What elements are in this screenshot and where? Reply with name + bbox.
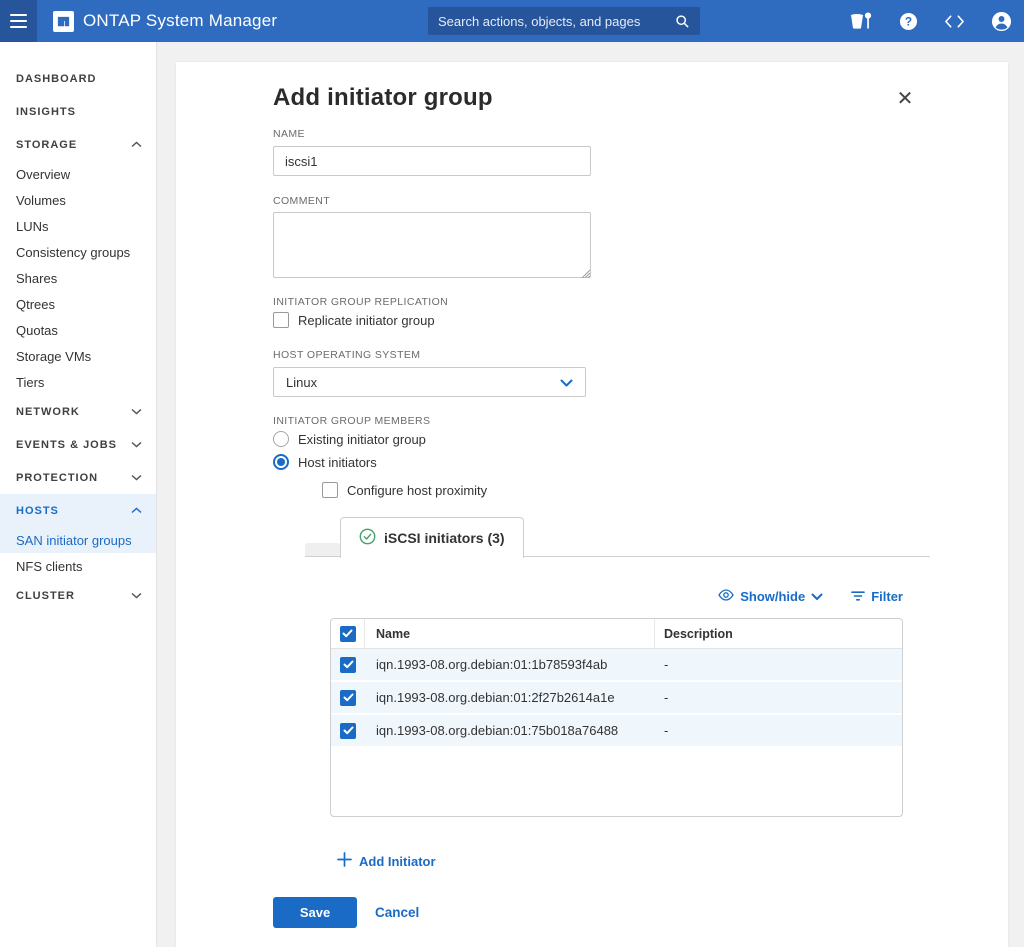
sidebar-item-cluster[interactable]: CLUSTER: [0, 579, 156, 612]
chevron-down-icon: [131, 592, 142, 599]
app-header: ONTAP System Manager ?: [0, 0, 1024, 42]
sidebar-item-events-jobs[interactable]: EVENTS & JOBS: [0, 428, 156, 461]
members-label: INITIATOR GROUP MEMBERS: [273, 415, 431, 427]
sidebar-item-tiers[interactable]: Tiers: [0, 369, 156, 395]
user-account-icon[interactable]: [991, 11, 1012, 32]
host-initiators-radio[interactable]: Host initiators: [273, 454, 377, 470]
table-row[interactable]: iqn.1993-08.org.debian:01:2f27b2614a1e -: [331, 682, 902, 715]
sidebar-item-qtrees[interactable]: Qtrees: [0, 291, 156, 317]
proximity-checkbox[interactable]: Configure host proximity: [322, 482, 487, 498]
sidebar-item-consistency-groups[interactable]: Consistency groups: [0, 239, 156, 265]
comment-label: COMMENT: [273, 195, 331, 207]
table-row[interactable]: iqn.1993-08.org.debian:01:1b78593f4ab -: [331, 649, 902, 682]
sidebar-item-shares[interactable]: Shares: [0, 265, 156, 291]
checkbox-checked-icon[interactable]: [340, 656, 356, 673]
sidebar-item-overview[interactable]: Overview: [0, 161, 156, 187]
checkbox-checked-icon[interactable]: [340, 722, 356, 739]
app-title: ONTAP System Manager: [83, 11, 278, 30]
sidebar-item-luns[interactable]: LUNs: [0, 213, 156, 239]
sidebar-item-dashboard[interactable]: DASHBOARD: [0, 62, 156, 95]
initiator-description: -: [664, 690, 669, 705]
hamburger-menu-button[interactable]: [0, 0, 37, 42]
tab-iscsi-initiators[interactable]: iSCSI initiators (3): [340, 517, 524, 558]
save-button[interactable]: Save: [273, 897, 357, 928]
checkbox-unchecked-icon[interactable]: [273, 312, 289, 328]
help-icon[interactable]: ?: [899, 12, 918, 31]
sidebar-item-hosts[interactable]: HOSTS: [0, 494, 156, 527]
chevron-down-icon: [131, 474, 142, 481]
global-search[interactable]: [428, 7, 700, 35]
close-icon[interactable]: ✕: [894, 88, 916, 110]
chevron-down-icon: [131, 441, 142, 448]
sidebar-item-san-initiator-groups[interactable]: SAN initiator groups: [0, 527, 156, 553]
sidebar-item-protection[interactable]: PROTECTION: [0, 461, 156, 494]
brand: ONTAP System Manager: [53, 10, 278, 32]
table-toolbar: Show/hide Filter: [330, 589, 903, 604]
add-initiator-group-dialog: ✕ Add initiator group NAME COMMENT INITI…: [176, 62, 1008, 947]
header-actions: ?: [848, 0, 1012, 42]
chevron-up-icon: [131, 141, 142, 148]
replicate-checkbox[interactable]: Replicate initiator group: [273, 312, 435, 328]
sidebar-nav: DASHBOARD INSIGHTS STORAGE Overview Volu…: [0, 42, 157, 947]
sidebar-item-network[interactable]: NETWORK: [0, 395, 156, 428]
chevron-down-icon: [560, 375, 573, 390]
radio-unselected-icon[interactable]: [273, 431, 289, 447]
global-search-input[interactable]: [438, 13, 675, 29]
main-content: ✕ Add initiator group NAME COMMENT INITI…: [158, 42, 1024, 947]
comment-textarea[interactable]: [273, 212, 591, 278]
chevron-down-icon: [131, 408, 142, 415]
radio-selected-icon[interactable]: [273, 454, 289, 470]
initiator-name: iqn.1993-08.org.debian:01:75b018a76488: [376, 723, 619, 738]
filter-button[interactable]: Filter: [851, 589, 903, 604]
host-os-label: HOST OPERATING SYSTEM: [273, 349, 421, 361]
tab-strip-lead: [305, 543, 340, 556]
eye-icon: [718, 589, 734, 604]
sandbox-icon[interactable]: [848, 11, 873, 31]
name-label: NAME: [273, 128, 305, 140]
sidebar-item-volumes[interactable]: Volumes: [0, 187, 156, 213]
column-header-description[interactable]: Description: [655, 619, 902, 648]
replication-label: INITIATOR GROUP REPLICATION: [273, 296, 449, 308]
initiator-name: iqn.1993-08.org.debian:01:2f27b2614a1e: [376, 690, 615, 705]
table-row[interactable]: iqn.1993-08.org.debian:01:75b018a76488 -: [331, 715, 902, 748]
initiators-table: Name Description iqn.1993-08.org.debian:…: [330, 618, 903, 817]
search-icon[interactable]: [675, 14, 690, 29]
sidebar-item-nfs-clients[interactable]: NFS clients: [0, 553, 156, 579]
netapp-logo-icon: [53, 10, 74, 32]
initiator-description: -: [664, 657, 669, 672]
checkbox-checked-icon[interactable]: [339, 625, 356, 642]
sidebar-item-storage[interactable]: STORAGE: [0, 128, 156, 161]
host-os-select[interactable]: Linux: [273, 367, 586, 397]
dialog-title: Add initiator group: [273, 84, 493, 111]
select-all-checkbox[interactable]: [331, 619, 365, 648]
chevron-down-icon: [811, 589, 823, 604]
add-initiator-button[interactable]: Add Initiator: [337, 852, 436, 870]
sidebar-item-insights[interactable]: INSIGHTS: [0, 95, 156, 128]
column-header-name[interactable]: Name: [365, 619, 655, 648]
sidebar-item-quotas[interactable]: Quotas: [0, 317, 156, 343]
table-header-row: Name Description: [331, 619, 902, 649]
sidebar-item-storage-vms[interactable]: Storage VMs: [0, 343, 156, 369]
rest-api-icon[interactable]: [944, 14, 965, 29]
initiator-name: iqn.1993-08.org.debian:01:1b78593f4ab: [376, 657, 608, 672]
checkbox-checked-icon[interactable]: [340, 689, 356, 706]
host-os-value: Linux: [286, 374, 318, 390]
plus-icon: [337, 852, 352, 870]
filter-icon: [851, 589, 866, 604]
svg-text:?: ?: [905, 14, 912, 28]
name-input[interactable]: [273, 146, 591, 176]
tab-label: iSCSI initiators (3): [384, 530, 505, 546]
chevron-up-icon: [131, 507, 142, 514]
existing-initiator-group-radio[interactable]: Existing initiator group: [273, 431, 426, 447]
check-circle-icon: [359, 528, 376, 548]
checkbox-unchecked-icon[interactable]: [322, 482, 338, 498]
show-hide-button[interactable]: Show/hide: [718, 589, 823, 604]
initiator-description: -: [664, 723, 669, 738]
cancel-button[interactable]: Cancel: [375, 905, 419, 920]
